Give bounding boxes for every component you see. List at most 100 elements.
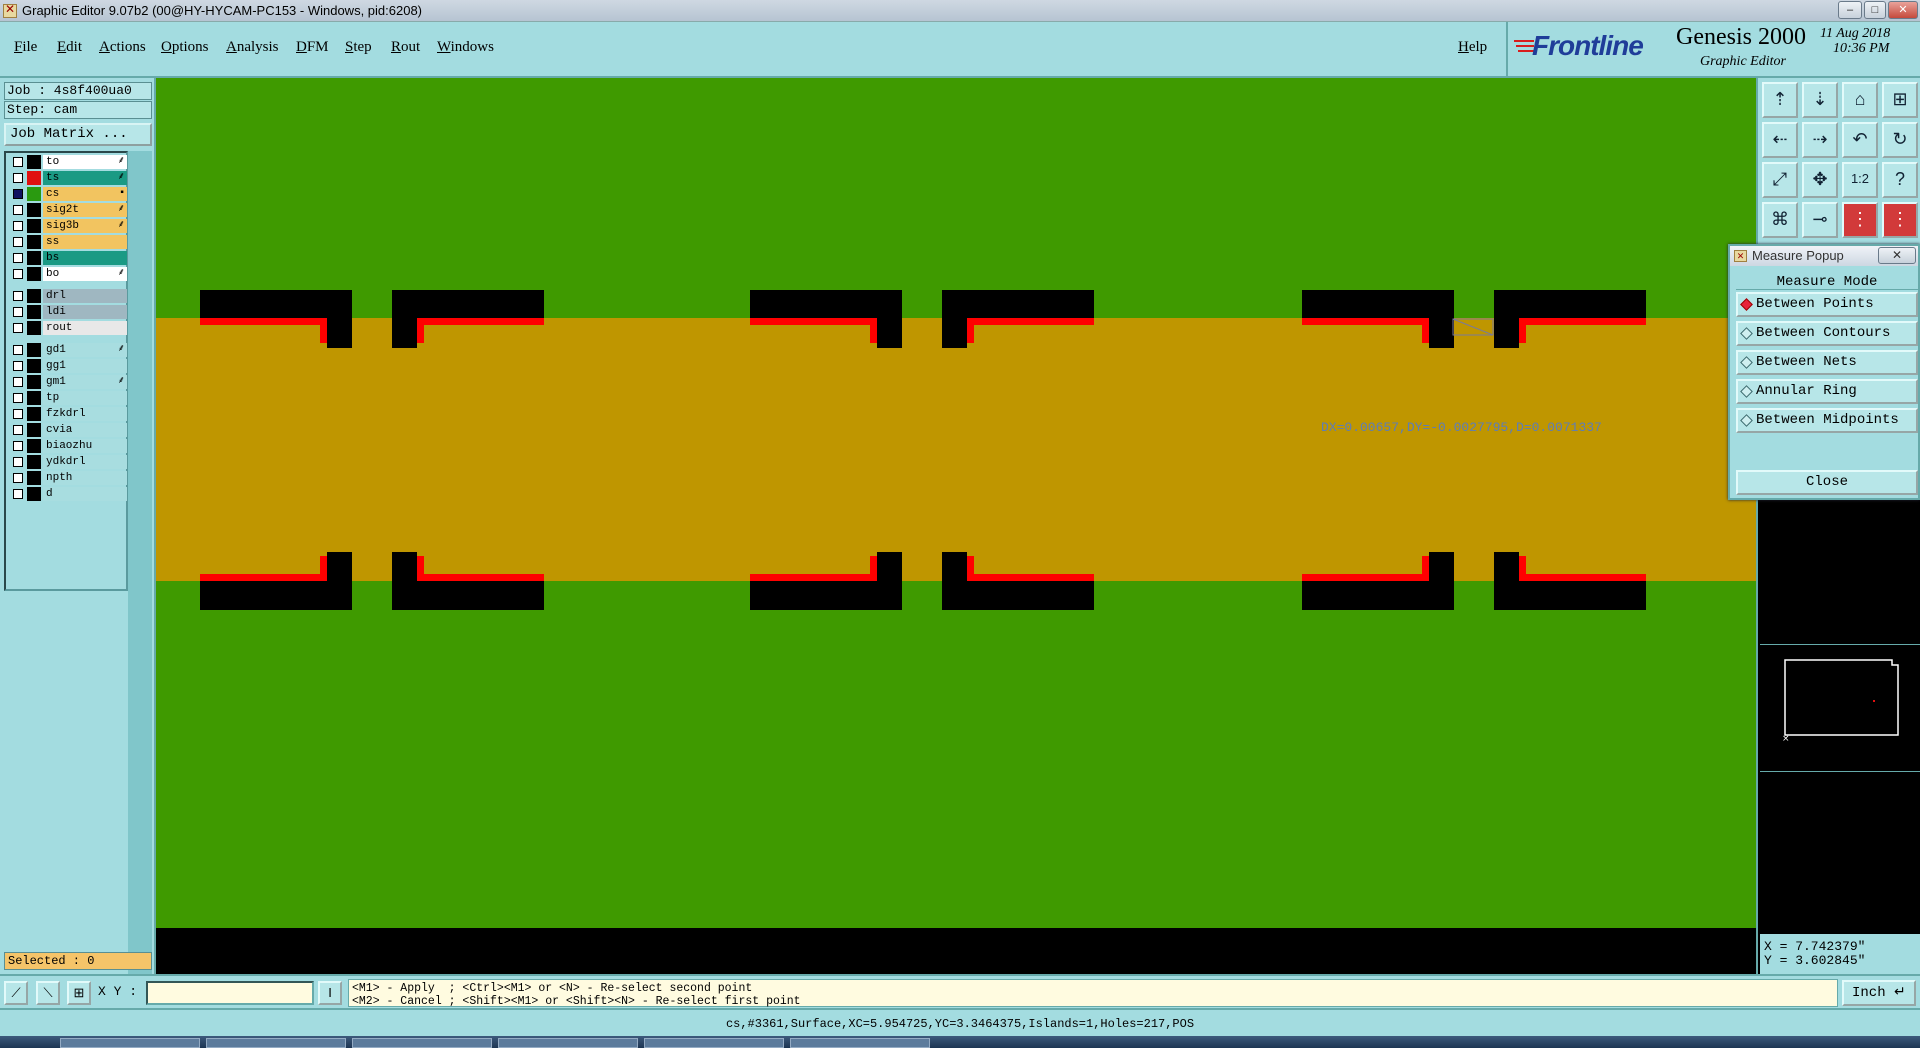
units-selector[interactable]: Inch ↵ [1842, 980, 1916, 1006]
layer-name[interactable]: cs ▪ [43, 187, 127, 201]
layer-color-swatch[interactable] [27, 359, 41, 373]
layer-checkbox[interactable] [13, 157, 23, 167]
layer-row[interactable]: rout [9, 321, 127, 335]
job-matrix-button[interactable]: Job Matrix ... [4, 123, 152, 146]
layer-name[interactable]: drl [43, 289, 127, 303]
close-window-button[interactable]: ✕ [1888, 1, 1918, 19]
popup-close-icon[interactable]: ✕ [1878, 247, 1916, 264]
layer-row[interactable]: gd1 ⸙ [9, 343, 127, 357]
layer-row[interactable]: ss [9, 235, 127, 249]
layer-checkbox[interactable] [13, 473, 23, 483]
layer-name[interactable]: fzkdrl [43, 407, 127, 421]
layer-row[interactable]: drl [9, 289, 127, 303]
pcb-drawing[interactable] [156, 78, 1756, 978]
taskbar-item[interactable] [60, 1038, 200, 1048]
layer-color-swatch[interactable] [27, 343, 41, 357]
layer-checkbox[interactable] [13, 489, 23, 499]
maximize-button[interactable]: □ [1864, 1, 1886, 19]
zoom-in-icon[interactable]: ✥ [1802, 162, 1838, 198]
menu-rout[interactable]: Rout [391, 39, 420, 56]
layer-row[interactable]: gm1 ⸙ [9, 375, 127, 389]
layer-color-swatch[interactable] [27, 423, 41, 437]
layer-row[interactable]: cvia [9, 423, 127, 437]
layer-name[interactable]: sig3b ⸙ [43, 219, 127, 233]
line-mode-icon[interactable]: ⟍ [36, 981, 60, 1005]
layer-checkbox[interactable] [13, 377, 23, 387]
grid-icon[interactable]: ⊞ [67, 981, 91, 1005]
layer-checkbox[interactable] [13, 269, 23, 279]
pan-down-icon[interactable]: ⇣ [1802, 82, 1838, 118]
layer-checkbox[interactable] [13, 237, 23, 247]
layer-checkbox[interactable] [13, 189, 23, 199]
layer-name[interactable]: ss [43, 235, 127, 249]
layer-checkbox[interactable] [13, 307, 23, 317]
layer-color-swatch[interactable] [27, 219, 41, 233]
layer-color-swatch[interactable] [27, 203, 41, 217]
layer-color-swatch[interactable] [27, 391, 41, 405]
layer-checkbox[interactable] [13, 393, 23, 403]
home-icon[interactable]: ⌂ [1842, 82, 1878, 118]
layer-scrollbar[interactable] [128, 151, 152, 1031]
layer-row[interactable]: biaozhu [9, 439, 127, 453]
overview-map[interactable]: × [1760, 644, 1920, 772]
layer-name[interactable]: ydkdrl [43, 455, 127, 469]
layer-color-swatch[interactable] [27, 155, 41, 169]
layer-name[interactable]: d [43, 487, 127, 501]
layer-checkbox[interactable] [13, 221, 23, 231]
layer-name[interactable]: rout [43, 321, 127, 335]
menu-help[interactable]: Help [1458, 39, 1487, 56]
net-highlight-icon[interactable]: ⋮ [1842, 202, 1878, 238]
menu-windows[interactable]: Windows [437, 39, 494, 56]
taskbar-item[interactable] [790, 1038, 930, 1048]
menu-file[interactable]: File [14, 39, 37, 56]
layer-color-swatch[interactable] [27, 251, 41, 265]
layer-name[interactable]: cvia [43, 423, 127, 437]
taskbar-item[interactable] [498, 1038, 638, 1048]
layer-name[interactable]: ldi [43, 305, 127, 319]
layer-name[interactable]: ts ⸙ [43, 171, 127, 185]
layer-checkbox[interactable] [13, 253, 23, 263]
menu-options[interactable]: Options [161, 39, 209, 56]
taskbar-item[interactable] [644, 1038, 784, 1048]
zoom-fit-icon[interactable]: ⤢ [1762, 162, 1798, 198]
layer-checkbox[interactable] [13, 425, 23, 435]
pan-right-icon[interactable]: ⇢ [1802, 122, 1838, 158]
mode-between-points[interactable]: Between Points [1736, 292, 1918, 317]
layer-color-swatch[interactable] [27, 455, 41, 469]
layer-color-swatch[interactable] [27, 267, 41, 281]
layer-name[interactable]: tp [43, 391, 127, 405]
layer-checkbox[interactable] [13, 345, 23, 355]
layer-row[interactable]: npth [9, 471, 127, 485]
mode-between-midpoints[interactable]: Between Midpoints [1736, 408, 1918, 433]
layer-row[interactable]: tp [9, 391, 127, 405]
layer-color-swatch[interactable] [27, 439, 41, 453]
menu-step[interactable]: Step [345, 39, 372, 56]
measure-icon[interactable]: ⊸ [1802, 202, 1838, 238]
layer-row[interactable]: sig3b ⸙ [9, 219, 127, 233]
layer-name[interactable]: sig2t ⸙ [43, 203, 127, 217]
layer-color-swatch[interactable] [27, 187, 41, 201]
layer-row[interactable]: fzkdrl [9, 407, 127, 421]
menu-analysis[interactable]: Analysis [226, 39, 279, 56]
split-view-icon[interactable]: ⊞ [1882, 82, 1918, 118]
layer-checkbox[interactable] [13, 441, 23, 451]
layer-name[interactable]: biaozhu [43, 439, 127, 453]
menu-actions[interactable]: Actions [99, 39, 146, 56]
scale-icon[interactable]: 1:2 [1842, 162, 1878, 198]
layer-color-swatch[interactable] [27, 171, 41, 185]
mode-between-nets[interactable]: Between Nets [1736, 350, 1918, 375]
menu-edit[interactable]: Edit [57, 39, 82, 56]
layer-checkbox[interactable] [13, 323, 23, 333]
layer-color-swatch[interactable] [27, 471, 41, 485]
net-analysis-icon[interactable]: ⋮ [1882, 202, 1918, 238]
layer-checkbox[interactable] [13, 361, 23, 371]
xy-input[interactable] [146, 981, 314, 1005]
layer-row[interactable]: gg1 [9, 359, 127, 373]
layer-checkbox[interactable] [13, 291, 23, 301]
layer-row[interactable]: ydkdrl [9, 455, 127, 469]
layer-row[interactable]: bo ⸙ [9, 267, 127, 281]
layer-checkbox[interactable] [13, 173, 23, 183]
layer-color-swatch[interactable] [27, 407, 41, 421]
layer-checkbox[interactable] [13, 409, 23, 419]
popup-close-button[interactable]: Close [1736, 470, 1918, 495]
